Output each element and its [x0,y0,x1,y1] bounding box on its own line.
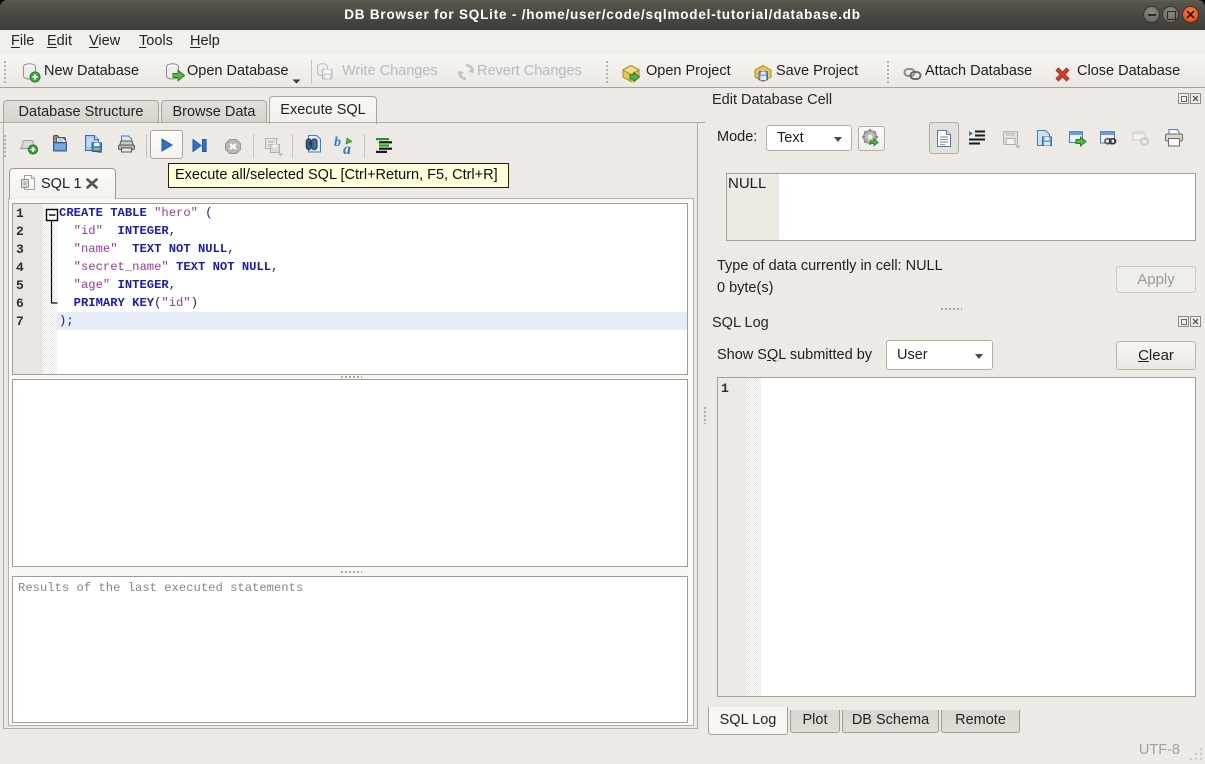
svg-text:b: b [334,135,341,150]
